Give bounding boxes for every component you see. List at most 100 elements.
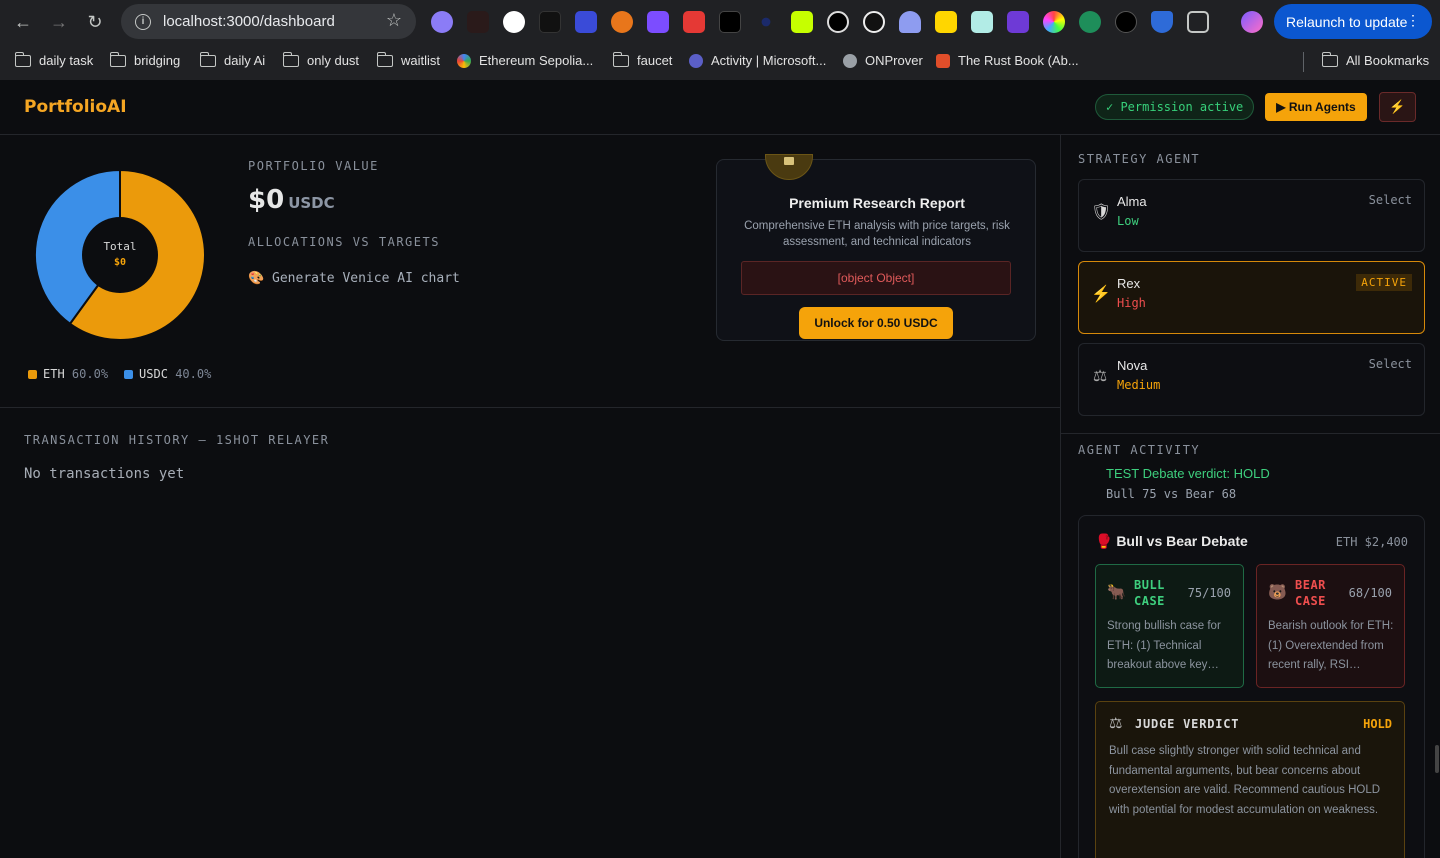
extension-icon[interactable]	[719, 11, 741, 33]
google-cloud-icon	[457, 53, 471, 68]
extension-icon[interactable]	[575, 11, 597, 33]
agent-name: Rex	[1117, 276, 1141, 291]
agent-name: Nova	[1117, 358, 1148, 373]
bookmarks-bar: daily task bridging daily Ai only dust w…	[0, 44, 1440, 80]
section-divider	[0, 407, 1060, 408]
extension-icon[interactable]	[431, 11, 453, 33]
plug-icon: ⚡	[1389, 99, 1406, 114]
bookmark-folder[interactable]: waitlist	[376, 51, 441, 68]
bull-icon: 🐂	[1107, 584, 1126, 601]
extension-icon[interactable]	[761, 17, 771, 27]
judge-verdict-card: ⚖ JUDGE VERDICT HOLD Bull case slightly …	[1095, 701, 1405, 858]
extension-icon[interactable]	[863, 11, 885, 33]
bookmark-label: daily task	[39, 53, 94, 68]
lightning-icon: ⚡	[1091, 286, 1111, 303]
bull-label-line: CASE	[1134, 594, 1165, 608]
bookmark-label: bridging	[134, 53, 181, 68]
legend-pct: 60.0%	[71, 367, 109, 381]
legend-swatch	[28, 370, 37, 379]
extension-icon[interactable]	[899, 11, 921, 33]
select-button[interactable]: Select	[1369, 193, 1412, 207]
extension-icon[interactable]	[503, 11, 525, 33]
legend-name: ETH	[43, 367, 65, 381]
extension-icon[interactable]	[971, 11, 993, 33]
more-menu-icon[interactable]: ⋮	[1406, 12, 1420, 29]
run-agents-button[interactable]: ▶ Run Agents	[1265, 93, 1367, 121]
agent-risk: Low	[1117, 214, 1139, 228]
extension-icon[interactable]	[1079, 11, 1101, 33]
agent-name: Alma	[1117, 194, 1147, 209]
extension-icon[interactable]	[467, 11, 489, 33]
disconnect-button[interactable]: ⚡	[1379, 92, 1416, 122]
verdict-summary: TEST Debate verdict: HOLD	[1106, 466, 1270, 481]
extension-icon[interactable]	[647, 11, 669, 33]
bookmark-label: All Bookmarks	[1346, 53, 1430, 68]
extension-icon[interactable]	[827, 11, 849, 33]
bookmark-folder[interactable]: faucet	[612, 51, 673, 68]
judge-verdict-label: JUDGE VERDICT	[1135, 717, 1240, 731]
extension-icon[interactable]	[1151, 11, 1173, 33]
address-bar[interactable]: i localhost:3000/dashboard ☆	[121, 4, 416, 39]
scrollbar-thumb[interactable]	[1435, 745, 1439, 773]
folder-icon	[14, 51, 31, 67]
back-icon[interactable]: ←	[13, 12, 33, 32]
research-report-card: Premium Research Report Comprehensive ET…	[716, 154, 1036, 341]
relaunch-button[interactable]: Relaunch to update ⋮	[1274, 4, 1432, 39]
app-header: PortfolioAI ✓ Permission active ▶ Run Ag…	[0, 80, 1440, 135]
rust-crab-icon	[936, 53, 950, 68]
legend-swatch	[124, 370, 134, 379]
extension-icon[interactable]	[1043, 11, 1065, 33]
url-text[interactable]: localhost:3000/dashboard	[163, 13, 335, 30]
bookmark-folder[interactable]: bridging	[109, 51, 181, 68]
extension-icon[interactable]	[935, 11, 957, 33]
bookmark-folder[interactable]: only dust	[282, 51, 359, 68]
agents-sidebar: STRATEGY AGENT 🛡 Alma Low Select ⚡ Rex H…	[1060, 135, 1440, 858]
app-logo[interactable]: PortfolioAI	[24, 97, 127, 117]
agent-card-rex[interactable]: ⚡ Rex High ACTIVE	[1078, 261, 1425, 334]
extension-icon[interactable]	[683, 11, 705, 33]
bookmark-label: waitlist	[401, 53, 441, 68]
permission-badge: ✓ Permission active	[1095, 94, 1255, 120]
globe-icon	[843, 53, 857, 68]
bear-case-card[interactable]: 🐻 BEAR CASE 68/100 Bearish outlook for ET…	[1256, 564, 1405, 688]
folder-icon	[282, 51, 299, 67]
bookmark-folder[interactable]: daily task	[14, 51, 94, 68]
all-bookmarks[interactable]: All Bookmarks	[1321, 51, 1430, 68]
extension-icon[interactable]	[611, 11, 633, 33]
bookmark-link[interactable]: The Rust Book (Ab...	[936, 53, 1079, 68]
bookmark-link[interactable]: ONProver	[843, 53, 923, 68]
agent-activity-label: AGENT ACTIVITY	[1078, 443, 1201, 457]
bookmark-label: ONProver	[865, 53, 923, 68]
verdict-scores: Bull 75 vs Bear 68	[1106, 487, 1237, 501]
extension-icon[interactable]	[1115, 11, 1137, 33]
bookmark-label: daily Ai	[224, 53, 266, 68]
agent-card-alma[interactable]: 🛡 Alma Low Select	[1078, 179, 1425, 252]
bear-case-text: Bearish outlook for ETH: (1) Overextende…	[1268, 620, 1394, 671]
extensions-puzzle-icon[interactable]	[1187, 11, 1209, 33]
extension-icon[interactable]	[791, 11, 813, 33]
debate-price: ETH $2,400	[1335, 535, 1408, 549]
allocations-label: ALLOCATIONS VS TARGETS	[248, 235, 440, 249]
bull-label-line: BULL	[1134, 578, 1165, 592]
generate-chart-link[interactable]: 🎨 Generate Venice AI chart	[248, 271, 460, 286]
bookmark-link[interactable]: Ethereum Sepolia...	[457, 53, 593, 68]
forward-icon[interactable]: →	[49, 12, 69, 32]
profile-avatar[interactable]	[1241, 11, 1263, 33]
extension-icon[interactable]	[539, 11, 561, 33]
portfolio-value-unit: USDC	[288, 194, 335, 212]
bull-case-text: Strong bullish case for ETH: (1) Technic…	[1107, 620, 1221, 671]
site-info-icon[interactable]: i	[135, 13, 151, 30]
unlock-button[interactable]: Unlock for 0.50 USDC	[799, 307, 953, 339]
allocation-donut-chart: Total $0	[35, 170, 205, 340]
bookmark-folder[interactable]: daily Ai	[199, 51, 266, 68]
bookmark-link[interactable]: Activity | Microsoft...	[689, 53, 826, 68]
bookmark-star-icon[interactable]: ☆	[386, 10, 402, 31]
bookmark-label: faucet	[637, 53, 673, 68]
bull-case-card[interactable]: 🐂 BULL CASE 75/100 Strong bullish case fo…	[1095, 564, 1244, 688]
transactions-empty: No transactions yet	[24, 466, 185, 482]
legend-item-eth: ETH 60.0%	[28, 367, 108, 381]
select-button[interactable]: Select	[1369, 357, 1412, 371]
extension-icon[interactable]	[1007, 11, 1029, 33]
agent-card-nova[interactable]: ⚖ Nova Medium Select	[1078, 343, 1425, 416]
reload-icon[interactable]: ↻	[85, 12, 105, 32]
